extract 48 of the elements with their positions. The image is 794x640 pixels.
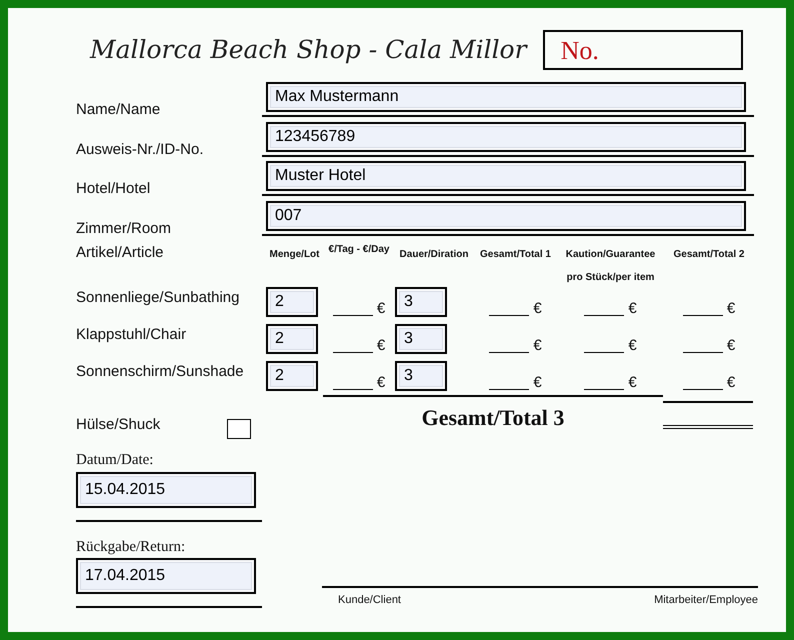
quantity-field[interactable]: 2 [266, 287, 318, 317]
input-field[interactable]: Max Mustermann [266, 82, 746, 112]
date-field[interactable]: 17.04.2015 [76, 558, 256, 594]
checkbox[interactable] [227, 419, 251, 439]
euro-sign: € [533, 338, 542, 352]
euro-sign: € [628, 338, 637, 352]
total-label: Gesamt/Total 3 [422, 404, 564, 432]
date-label: Datum/Date: [76, 451, 154, 470]
section-label: Artikel/Article [76, 243, 165, 263]
column-heading: Gesamt/Total 2 [674, 248, 744, 262]
number-field[interactable]: No. [542, 30, 743, 70]
date-label: Rückgabe/Return: [76, 538, 186, 556]
signature-label: Mitarbeiter/Employee [654, 592, 758, 608]
duration-field[interactable]: 3 [395, 324, 447, 354]
article-label: Sonnenliege/Sunbathing [76, 288, 240, 308]
field-label: Name/Name [76, 100, 162, 120]
column-heading: €/Tag - €/Day [328, 243, 390, 257]
column-heading: Dauer/Diration [400, 248, 468, 262]
column-heading: Kaution/Guarantee [566, 248, 656, 262]
euro-sign: € [533, 300, 542, 316]
euro-sign: € [628, 300, 637, 316]
field-label: Ausweis-Nr./ID-No. [76, 140, 205, 160]
duration-field[interactable]: 3 [395, 361, 447, 391]
euro-sign: € [533, 374, 542, 390]
quantity-field[interactable]: 2 [266, 324, 318, 354]
article-label: Klappstuhl/Chair [76, 324, 188, 345]
euro-sign: € [726, 338, 736, 352]
field-label: Hotel/Hotel [76, 179, 152, 199]
euro-sign: € [376, 374, 386, 390]
euro-sign: € [726, 374, 736, 390]
quantity-field[interactable]: 2 [266, 361, 318, 391]
article-label: Sonnenschirm/Sunshade [76, 362, 245, 382]
input-field[interactable]: 123456789 [266, 122, 746, 152]
column-heading: Gesamt/Total 1 [480, 248, 551, 262]
euro-sign: € [376, 338, 386, 352]
euro-sign: € [726, 300, 736, 316]
shop-title: Mallorca Beach Shop - Cala Millor [90, 34, 527, 66]
column-heading: Menge/Lot [270, 248, 320, 262]
input-field[interactable]: Muster Hotel [266, 161, 746, 191]
field-label: Zimmer/Room [76, 218, 172, 238]
column-subheading: pro Stück/per item [566, 271, 654, 285]
date-field[interactable]: 15.04.2015 [76, 472, 256, 508]
duration-field[interactable]: 3 [395, 287, 447, 317]
option-label: Hülse/Shuck [76, 414, 160, 435]
input-field[interactable]: 007 [266, 200, 746, 230]
euro-sign: € [376, 300, 386, 316]
signature-label: Kunde/Client [338, 592, 401, 608]
euro-sign: € [628, 374, 637, 390]
